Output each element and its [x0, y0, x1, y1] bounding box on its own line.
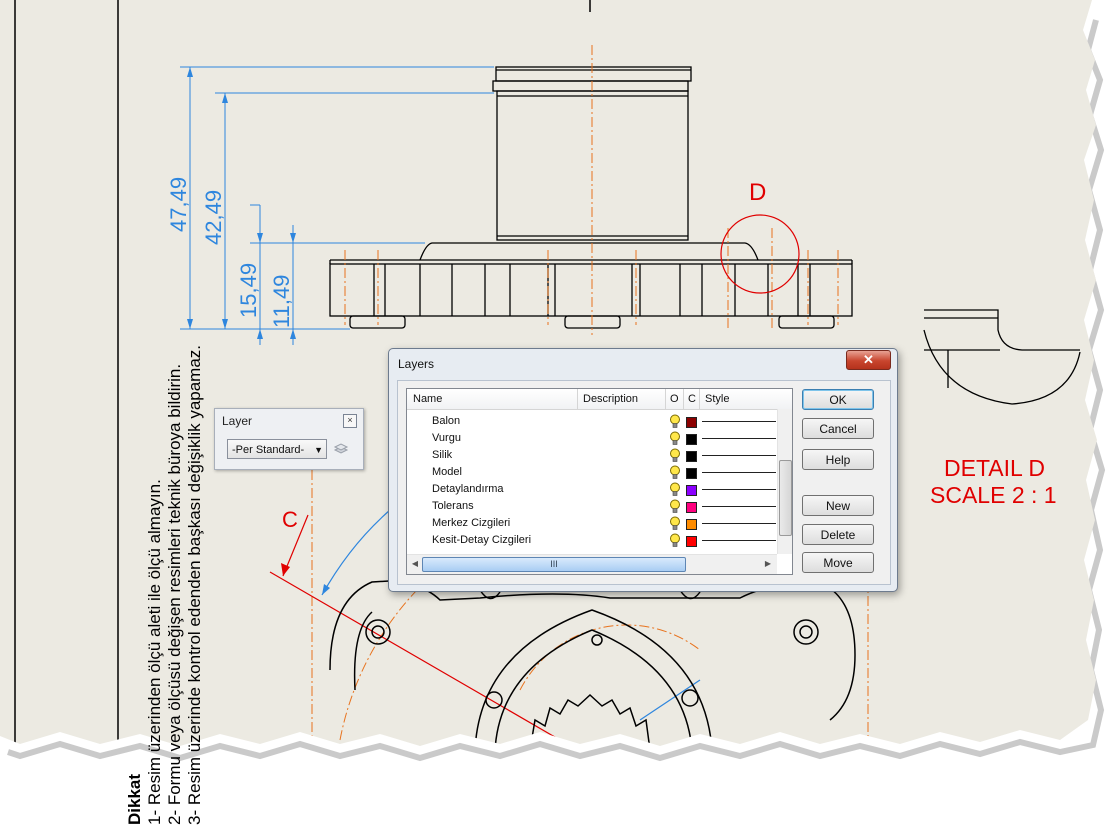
vertical-scroll-thumb[interactable] [779, 460, 792, 536]
color-swatch[interactable] [686, 417, 697, 428]
line-style-sample[interactable] [702, 523, 776, 524]
color-swatch[interactable] [686, 502, 697, 513]
layer-name: Balon [432, 415, 461, 427]
color-swatch[interactable] [686, 468, 697, 479]
column-description[interactable]: Description [583, 393, 638, 405]
table-row[interactable]: Silik [407, 447, 777, 464]
line-style-sample[interactable] [702, 438, 776, 439]
detail-scale: SCALE 2 : 1 [930, 482, 1057, 508]
delete-button[interactable]: Delete [802, 524, 874, 545]
color-swatch[interactable] [686, 451, 697, 462]
table-row[interactable]: Tolerans [407, 498, 777, 515]
color-swatch[interactable] [686, 519, 697, 530]
move-button[interactable]: Move [802, 552, 874, 573]
lightbulb-icon[interactable] [669, 448, 681, 463]
dialog-title: Layers [398, 357, 435, 371]
table-row[interactable]: Balon [407, 413, 777, 430]
layers-dialog: Layers ✕ Name Description O C Style Balo… [388, 348, 898, 592]
layers-stack-icon[interactable] [333, 441, 349, 457]
scroll-right-icon[interactable]: ▶ [761, 557, 775, 571]
dimension-15-49: 15,49 [236, 263, 261, 318]
ok-button[interactable]: OK [802, 389, 874, 410]
note-line-1: 1- Resim üzerinden ölçü aleti ile ölçü a… [145, 479, 164, 825]
color-swatch[interactable] [686, 485, 697, 496]
layer-name: Model [432, 466, 462, 478]
line-style-sample[interactable] [702, 421, 776, 422]
lightbulb-icon[interactable] [669, 516, 681, 531]
column-on[interactable]: O [670, 393, 679, 405]
lightbulb-icon[interactable] [669, 431, 681, 446]
lightbulb-icon[interactable] [669, 414, 681, 429]
dimension-11-49: 11,49 [269, 275, 294, 328]
detail-title: DETAIL D [944, 455, 1045, 481]
dialog-body: Name Description O C Style Balon Vurgu Sil… [397, 380, 891, 585]
layer-name: Silik [432, 449, 453, 461]
note-line-2: 2- Formu veya ölçüsü değişen resimleri t… [165, 363, 184, 825]
layer-name: Detaylandırma [432, 483, 504, 495]
layer-name: Kesit-Detay Cizgileri [432, 534, 532, 546]
layers-list[interactable]: Name Description O C Style Balon Vurgu Sil… [406, 388, 793, 575]
chevron-down-icon: ▼ [314, 445, 323, 455]
column-style[interactable]: Style [705, 393, 729, 405]
line-style-sample[interactable] [702, 540, 776, 541]
layer-name: Tolerans [432, 500, 474, 512]
table-row[interactable]: Merkez Cizgileri [407, 515, 777, 532]
layer-name: Vurgu [432, 432, 461, 444]
line-style-sample[interactable] [702, 472, 776, 473]
layer-toolbar: Layer × -Per Standard- ▼ [214, 408, 364, 470]
scroll-left-icon[interactable]: ◀ [408, 557, 422, 571]
balloon-d: D [749, 179, 766, 206]
notes-heading: Dikkat [125, 773, 144, 825]
list-header: Name Description O C Style [407, 389, 792, 410]
cancel-button[interactable]: Cancel [802, 418, 874, 439]
line-style-sample[interactable] [702, 506, 776, 507]
column-color[interactable]: C [688, 393, 696, 405]
table-row[interactable]: Kesit-Detay Cizgileri [407, 532, 777, 549]
new-button[interactable]: New [802, 495, 874, 516]
table-row[interactable]: Vurgu [407, 430, 777, 447]
layer-toolbar-title: Layer [222, 414, 253, 428]
table-row[interactable]: Model [407, 464, 777, 481]
horizontal-scroll-thumb[interactable]: III [422, 557, 686, 572]
column-name[interactable]: Name [413, 393, 442, 405]
lightbulb-icon[interactable] [669, 482, 681, 497]
line-style-sample[interactable] [702, 455, 776, 456]
layer-select-value: -Per Standard- [232, 444, 305, 456]
note-line-3: 3- Resim üzerinde kontrol edenden başkas… [185, 344, 204, 825]
lightbulb-icon[interactable] [669, 465, 681, 480]
table-row[interactable]: Detaylandırma [407, 481, 777, 498]
help-button[interactable]: Help [802, 449, 874, 470]
layer-name: Merkez Cizgileri [432, 517, 511, 529]
line-style-sample[interactable] [702, 489, 776, 490]
close-button[interactable]: ✕ [846, 350, 891, 370]
lightbulb-icon[interactable] [669, 499, 681, 514]
section-label-c: C [282, 507, 298, 532]
layer-select[interactable]: -Per Standard- ▼ [227, 439, 327, 459]
drawing-notes: Dikkat 1- Resim üzerinden ölçü aleti ile… [125, 0, 205, 825]
lightbulb-icon[interactable] [669, 533, 681, 548]
color-swatch[interactable] [686, 434, 697, 445]
close-icon[interactable]: × [343, 414, 357, 428]
color-swatch[interactable] [686, 536, 697, 547]
